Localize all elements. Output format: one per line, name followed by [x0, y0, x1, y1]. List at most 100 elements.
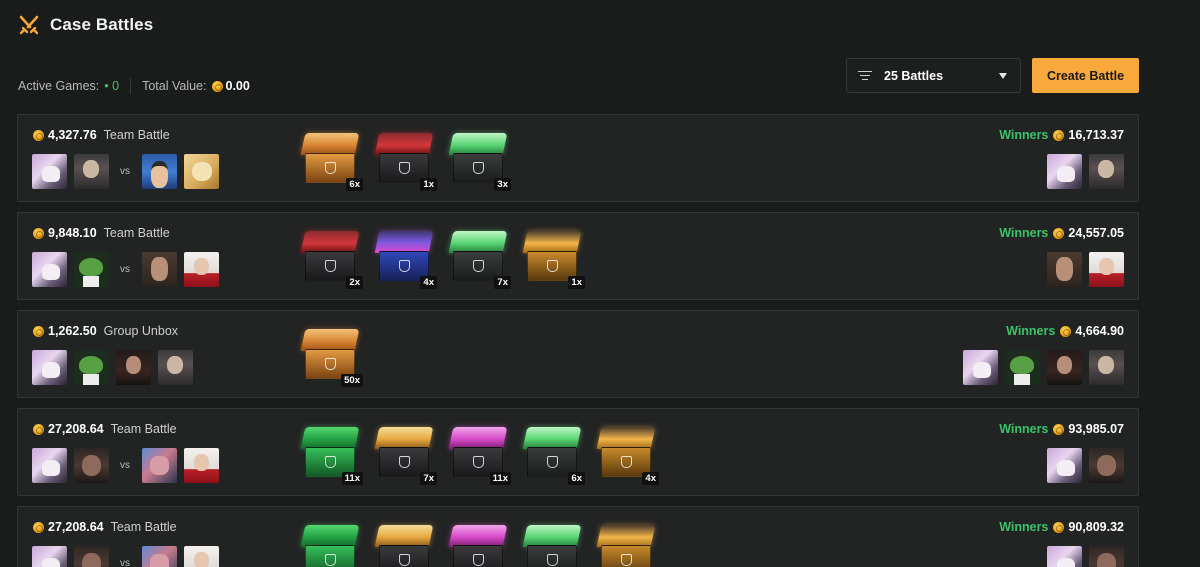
winners-value: 4,664.90: [1075, 324, 1124, 338]
case-emblem-icon: [621, 456, 632, 468]
winners-summary: Winners 4,664.90: [1006, 324, 1124, 338]
player-avatar-doge[interactable]: [184, 154, 219, 189]
coin-icon: [33, 423, 44, 435]
battle-row[interactable]: 4,327.76 Team Battle vs 6x 1x 3x Winners 16,713…: [17, 114, 1139, 202]
player-avatar-anime[interactable]: [32, 252, 67, 287]
battle-header: 27,208.64 Team Battle: [33, 520, 177, 534]
player-avatar-pepe[interactable]: [1005, 350, 1040, 385]
player-avatar-dark[interactable]: [1089, 546, 1124, 567]
case-lid: [522, 427, 582, 449]
winners-label: Winners: [1006, 324, 1056, 338]
battle-row[interactable]: 1,262.50 Group Unbox 50x Winners 4,664.90: [17, 310, 1139, 398]
battle-mode: Group Unbox: [103, 324, 179, 338]
case-item[interactable]: [374, 517, 437, 567]
create-battle-button[interactable]: Create Battle: [1032, 58, 1139, 93]
battle-cases: 50x: [300, 321, 375, 391]
player-avatar-pepe[interactable]: [74, 252, 109, 287]
player-avatar-mask[interactable]: [142, 546, 177, 567]
player-avatar-suit[interactable]: [116, 350, 151, 385]
case-emblem-icon: [325, 260, 336, 272]
case-count: 4x: [642, 472, 659, 485]
case-emblem-icon: [325, 162, 336, 174]
player-avatar-bearded[interactable]: [142, 252, 177, 287]
case-item[interactable]: 11x: [300, 419, 363, 489]
battle-players: vs: [32, 546, 226, 567]
player-avatar-anime[interactable]: [1047, 546, 1082, 567]
battle-header: 27,208.64 Team Battle: [33, 422, 177, 436]
coin-icon: [1060, 325, 1072, 337]
player-avatar-anime[interactable]: [32, 350, 67, 385]
page-title: Case Battles: [50, 15, 154, 34]
player-avatar-suit[interactable]: [1047, 350, 1082, 385]
battle-amount: 1,262.50: [48, 324, 97, 338]
battle-players: vs: [32, 448, 226, 483]
battle-row[interactable]: 27,208.64 Team Battle vs Winners 90,809.32: [17, 506, 1139, 567]
case-item[interactable]: [596, 517, 659, 567]
player-avatar-man[interactable]: [158, 350, 193, 385]
player-avatar-santa[interactable]: [1089, 252, 1124, 287]
player-avatar-anime[interactable]: [963, 350, 998, 385]
case-item[interactable]: 3x: [448, 125, 511, 195]
case-item[interactable]: 1x: [374, 125, 437, 195]
case-count: 11x: [489, 472, 511, 485]
battle-header: 9,848.10 Team Battle: [33, 226, 170, 240]
battles-filter-dropdown[interactable]: 25 Battles: [846, 58, 1021, 93]
vs-label: vs: [120, 264, 130, 275]
case-item[interactable]: 2x: [300, 223, 363, 293]
case-item[interactable]: [300, 517, 363, 567]
player-avatar-santa[interactable]: [184, 448, 219, 483]
case-emblem-icon: [473, 554, 484, 566]
case-item[interactable]: 4x: [374, 223, 437, 293]
case-count: 2x: [346, 276, 363, 289]
player-avatar-anime[interactable]: [32, 154, 67, 189]
case-item[interactable]: 4x: [596, 419, 659, 489]
case-lid: [596, 525, 656, 547]
battle-row[interactable]: 27,208.64 Team Battle vs 11x 7x 11x 6x 4x Winner…: [17, 408, 1139, 496]
active-games-label: Active Games:: [18, 79, 100, 93]
case-emblem-icon: [473, 260, 484, 272]
player-avatar-man[interactable]: [1089, 154, 1124, 189]
case-item[interactable]: 6x: [300, 125, 363, 195]
player-avatar-anime[interactable]: [1047, 448, 1082, 483]
case-emblem-icon: [547, 260, 558, 272]
case-count: 11x: [341, 472, 363, 485]
player-avatar-clown[interactable]: [142, 154, 177, 189]
case-count: 6x: [568, 472, 585, 485]
winners-value: 24,557.05: [1068, 226, 1124, 240]
case-item[interactable]: 50x: [300, 321, 363, 391]
winners-label: Winners: [999, 128, 1049, 142]
case-emblem-icon: [325, 554, 336, 566]
coin-icon: [33, 227, 44, 239]
case-emblem-icon: [547, 456, 558, 468]
coin-icon: [1053, 227, 1065, 239]
player-avatar-santa[interactable]: [184, 252, 219, 287]
case-item[interactable]: [448, 517, 511, 567]
player-avatar-anime[interactable]: [32, 448, 67, 483]
case-lid: [374, 427, 434, 449]
coin-icon: [1053, 521, 1065, 533]
player-avatar-santa[interactable]: [184, 546, 219, 567]
case-item[interactable]: 6x: [522, 419, 585, 489]
player-avatar-mask[interactable]: [142, 448, 177, 483]
case-emblem-icon: [399, 260, 410, 272]
winner-avatars: [956, 350, 1124, 385]
player-avatar-man[interactable]: [1089, 350, 1124, 385]
case-item[interactable]: 11x: [448, 419, 511, 489]
case-item[interactable]: 7x: [374, 419, 437, 489]
winner-avatars: [1040, 448, 1124, 483]
player-avatar-man[interactable]: [74, 154, 109, 189]
player-avatar-bearded[interactable]: [1047, 252, 1082, 287]
vs-label: vs: [120, 166, 130, 177]
player-avatar-anime[interactable]: [1047, 154, 1082, 189]
case-item[interactable]: [522, 517, 585, 567]
player-avatar-dark[interactable]: [1089, 448, 1124, 483]
case-item[interactable]: 1x: [522, 223, 585, 293]
case-item[interactable]: 7x: [448, 223, 511, 293]
player-avatar-dark[interactable]: [74, 546, 109, 567]
battle-row[interactable]: 9,848.10 Team Battle vs 2x 4x 7x 1x Winners 24,5…: [17, 212, 1139, 300]
player-avatar-pepe[interactable]: [74, 350, 109, 385]
case-emblem-icon: [547, 554, 558, 566]
case-lid: [300, 231, 360, 253]
player-avatar-anime[interactable]: [32, 546, 67, 567]
player-avatar-dark[interactable]: [74, 448, 109, 483]
